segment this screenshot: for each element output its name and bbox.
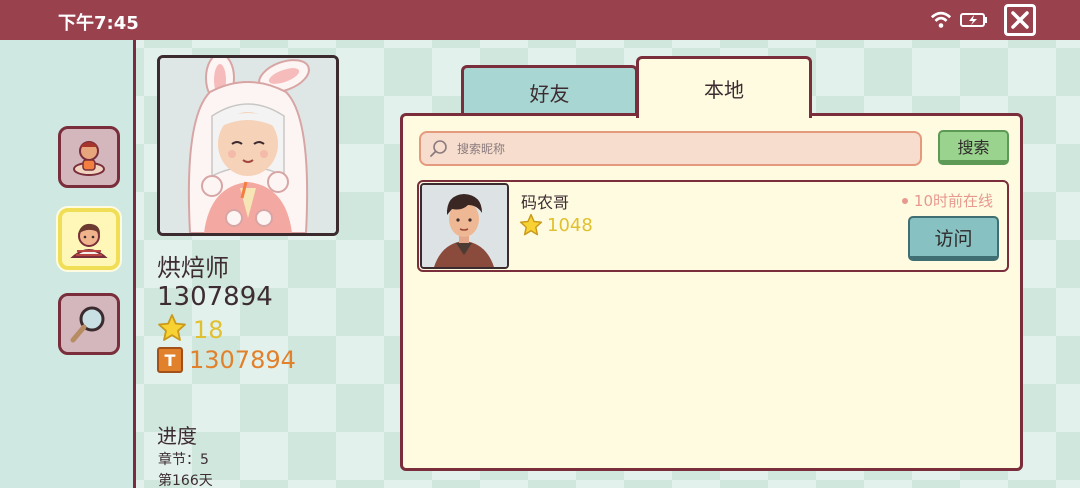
status-time: 下午7:45 <box>58 13 139 34</box>
player-coins: T 1307894 <box>157 346 296 374</box>
player-id: 1307894 <box>157 282 273 312</box>
online-dot-icon <box>901 197 908 204</box>
sidebar-item-chef[interactable] <box>58 126 120 188</box>
online-status-text: 10时前在线 <box>913 192 993 210</box>
day-value: 第166天 <box>158 473 213 488</box>
star-icon <box>519 213 543 236</box>
status-bar: 下午7:45 <box>0 0 1080 40</box>
user-stars: 1048 <box>519 213 593 237</box>
search-input[interactable] <box>457 141 897 156</box>
coin-icon: T <box>157 347 183 373</box>
player-name: 烘焙师 <box>157 254 229 282</box>
progress-heading: 进度 <box>157 424 197 448</box>
star-icon <box>157 313 187 347</box>
wifi-icon <box>930 11 952 28</box>
man-avatar <box>422 185 507 267</box>
boy-avatar-icon <box>70 223 108 258</box>
chef-icon <box>73 141 105 176</box>
sidebar-item-profile[interactable] <box>58 208 120 270</box>
bunny-girl-avatar <box>160 58 336 233</box>
status-icons <box>930 9 988 31</box>
sidebar-item-search[interactable] <box>58 293 120 355</box>
stars-value: 18 <box>193 316 224 344</box>
online-status: 10时前在线 <box>901 190 993 211</box>
magnifier-icon <box>70 306 105 343</box>
battery-charging-icon <box>960 13 987 27</box>
tab-friends[interactable]: 好友 <box>461 65 638 117</box>
chapter-value: 章节：5 <box>158 452 209 468</box>
player-avatar <box>157 55 339 236</box>
close-icon <box>1011 11 1029 29</box>
user-stars-value: 1048 <box>547 214 593 236</box>
coins-value: 1307894 <box>189 346 296 374</box>
user-avatar <box>420 183 509 269</box>
tab-local[interactable]: 本地 <box>636 56 812 118</box>
close-button[interactable] <box>1004 4 1036 36</box>
visit-button[interactable]: 访问 <box>908 216 999 261</box>
search-icon <box>430 139 447 157</box>
search-box <box>419 131 922 166</box>
list-item: 码农哥 1048 10时前在线 访问 <box>417 180 1009 272</box>
player-stars: 18 <box>157 313 224 347</box>
friends-panel: 搜索 码农哥 1048 10时前在线 访问 <box>400 113 1023 471</box>
sidebar <box>0 40 136 488</box>
search-button[interactable]: 搜索 <box>938 130 1009 165</box>
user-name: 码农哥 <box>521 193 570 212</box>
